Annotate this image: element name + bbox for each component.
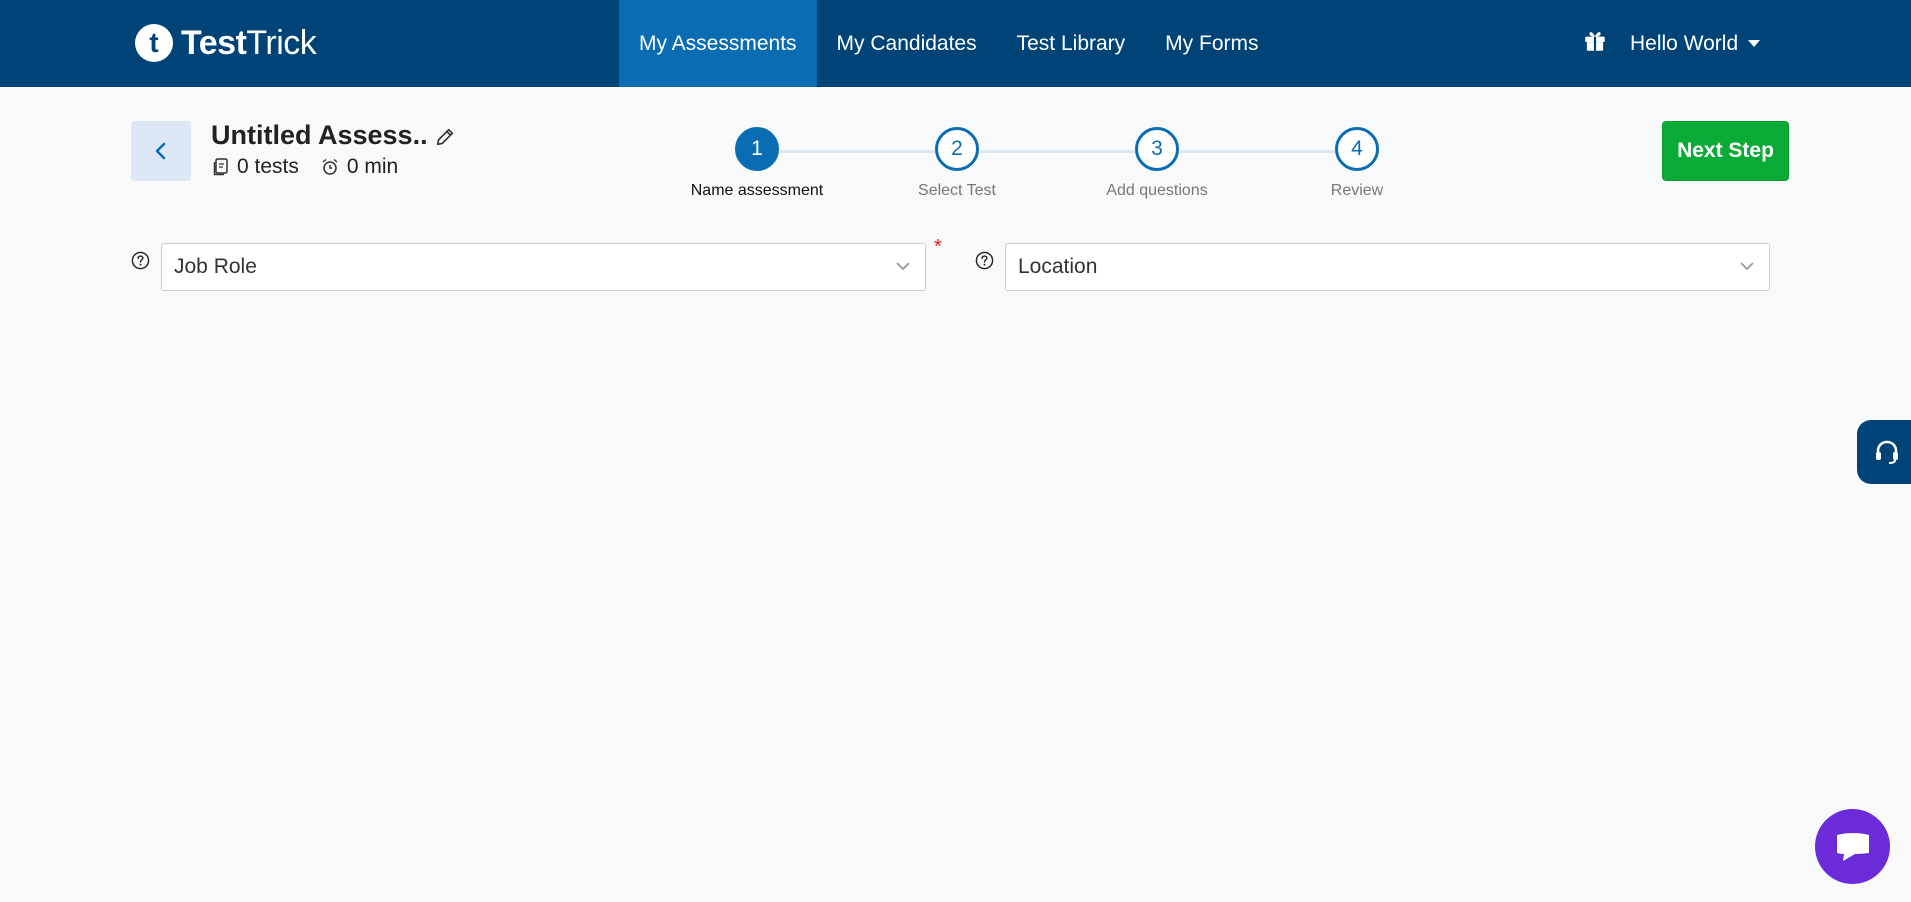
chevron-down-icon bbox=[896, 262, 910, 271]
step-3-label: Add questions bbox=[1106, 182, 1208, 199]
alarm-clock-icon bbox=[322, 158, 338, 175]
caret-down-icon bbox=[1748, 40, 1761, 47]
main-nav: My Assessments My Candidates Test Librar… bbox=[619, 0, 1279, 87]
gift-icon[interactable] bbox=[1582, 28, 1608, 59]
step-2-circle[interactable]: 2 bbox=[935, 127, 979, 171]
step-4-label: Review bbox=[1330, 182, 1384, 199]
job-role-placeholder: Job Role bbox=[174, 255, 257, 278]
pencil-icon[interactable] bbox=[434, 126, 456, 153]
chevron-down-icon bbox=[1740, 262, 1754, 271]
step-connector bbox=[1180, 150, 1335, 153]
logo-text-light: Trick bbox=[246, 23, 317, 62]
tests-count-text: 0 tests bbox=[237, 155, 299, 178]
step-connector bbox=[980, 150, 1135, 153]
nav-my-forms[interactable]: My Forms bbox=[1145, 0, 1278, 87]
duration: 0 min bbox=[321, 155, 398, 179]
step-2-label: Select Test bbox=[918, 182, 996, 199]
next-step-button[interactable]: Next Step bbox=[1662, 121, 1789, 181]
user-name: Hello World bbox=[1630, 31, 1739, 55]
testtrick-logo[interactable]: t TestTrick bbox=[135, 20, 317, 66]
assessment-meta: 0 tests 0 min bbox=[213, 155, 398, 179]
document-icon bbox=[213, 158, 228, 176]
question-circle-icon[interactable] bbox=[975, 251, 994, 275]
duration-text: 0 min bbox=[346, 155, 399, 178]
nav-my-assessments[interactable]: My Assessments bbox=[619, 0, 817, 87]
step-3-circle[interactable]: 3 bbox=[1135, 127, 1179, 171]
headset-icon bbox=[1876, 440, 1898, 464]
assessment-title: Untitled Assess.. bbox=[211, 120, 428, 150]
logo-text-bold: Test bbox=[181, 23, 247, 62]
tests-count: 0 tests bbox=[213, 155, 299, 179]
step-1-circle[interactable]: 1 bbox=[735, 127, 779, 171]
required-marker: * bbox=[934, 236, 942, 258]
step-4-circle[interactable]: 4 bbox=[1335, 127, 1379, 171]
nav-right: Hello World bbox=[1582, 0, 1761, 87]
top-navbar: t TestTrick My Assessments My Candidates… bbox=[0, 0, 1911, 87]
location-placeholder: Location bbox=[1018, 255, 1098, 278]
logo-text: TestTrick bbox=[181, 23, 317, 63]
job-role-select[interactable]: Job Role bbox=[161, 243, 926, 291]
nav-my-candidates[interactable]: My Candidates bbox=[817, 0, 997, 87]
user-menu[interactable]: Hello World bbox=[1630, 31, 1761, 56]
chevron-left-icon bbox=[155, 142, 166, 160]
location-select[interactable]: Location bbox=[1005, 243, 1770, 291]
question-circle-icon[interactable] bbox=[131, 251, 150, 275]
step-connector bbox=[780, 150, 935, 153]
chat-icon bbox=[1836, 832, 1869, 861]
logo-badge: t bbox=[135, 24, 173, 62]
nav-test-library[interactable]: Test Library bbox=[997, 0, 1146, 87]
back-button[interactable] bbox=[131, 121, 191, 181]
chat-button[interactable] bbox=[1815, 809, 1890, 884]
support-button[interactable] bbox=[1857, 420, 1911, 484]
step-1-label: Name assessment bbox=[690, 182, 824, 199]
